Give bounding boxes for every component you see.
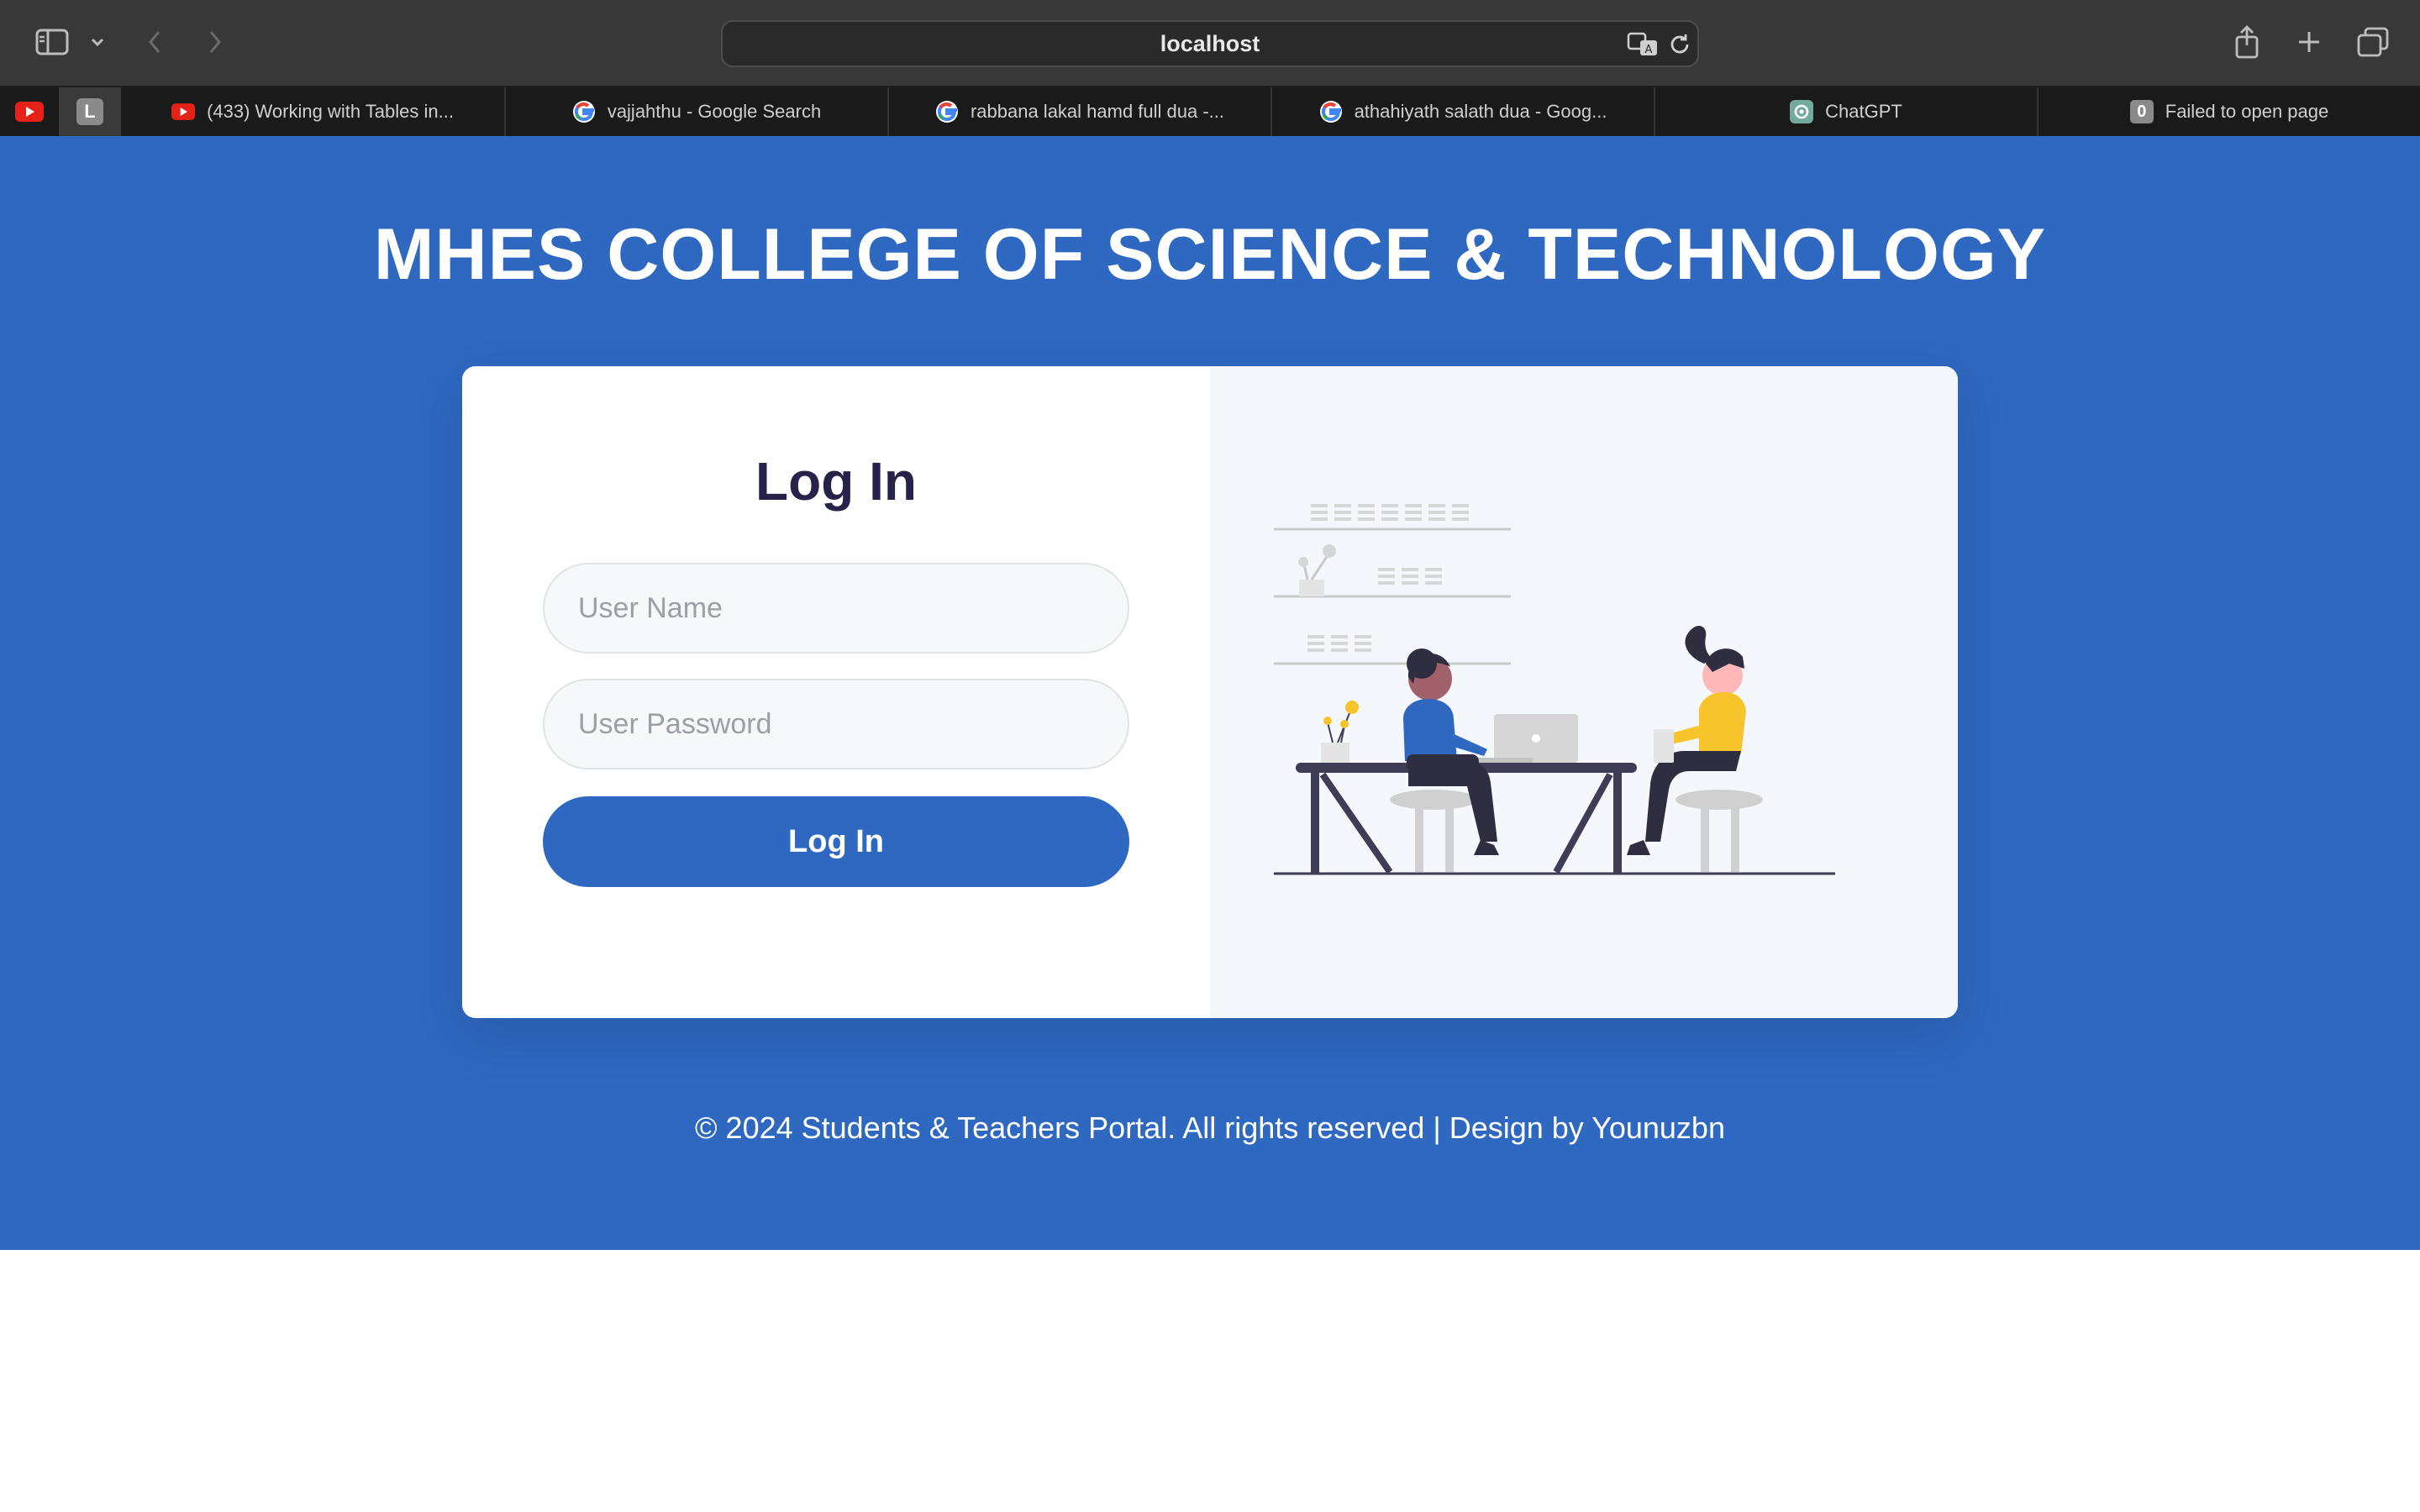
youtube-icon bbox=[171, 103, 196, 120]
chevron-down-icon[interactable] bbox=[86, 22, 109, 62]
letter-l-icon: L bbox=[76, 98, 103, 125]
address-bar[interactable]: localhost A bbox=[721, 20, 1699, 67]
desk-flower bbox=[1321, 701, 1359, 763]
login-form-panel: Log In Log In bbox=[462, 366, 1210, 1018]
reload-icon[interactable] bbox=[1667, 32, 1692, 61]
shelf-books bbox=[1307, 504, 1469, 652]
password-input[interactable] bbox=[543, 679, 1129, 769]
google-icon bbox=[572, 101, 595, 123]
tab-label: athahiyath salath dua - Goog... bbox=[1354, 101, 1607, 122]
login-card: Log In Log In bbox=[462, 366, 1958, 1018]
youtube-icon bbox=[15, 102, 44, 122]
new-tab-icon[interactable] bbox=[2292, 22, 2326, 62]
forward-arrow-icon[interactable] bbox=[198, 22, 232, 62]
sidebar-toggle-icon[interactable] bbox=[32, 22, 72, 62]
tab-failed-page[interactable]: 0 Failed to open page bbox=[2039, 87, 2420, 136]
tab-youtube-tables[interactable]: (433) Working with Tables in... bbox=[121, 87, 506, 136]
college-title: MHES COLLEGE OF SCIENCE & TECHNOLOGY bbox=[373, 214, 2047, 295]
username-input[interactable] bbox=[543, 563, 1129, 654]
browser-toolbar: localhost A bbox=[0, 0, 2420, 87]
google-icon bbox=[1319, 101, 1342, 123]
google-icon bbox=[935, 101, 958, 123]
tab-label: ChatGPT bbox=[1825, 101, 1902, 122]
tab-google-athahiyath[interactable]: athahiyath salath dua - Goog... bbox=[1272, 87, 1655, 136]
login-heading: Log In bbox=[755, 451, 917, 512]
translate-icon[interactable]: A bbox=[1627, 30, 1660, 61]
tab-label: vajjahthu - Google Search bbox=[607, 101, 822, 122]
person-right bbox=[1627, 625, 1746, 855]
chatgpt-icon bbox=[1790, 100, 1814, 123]
footer-copyright: © 2024 Students & Teachers Portal. All r… bbox=[695, 1110, 1725, 1145]
tab-google-rabbana[interactable]: rabbana lakal hamd full dua -... bbox=[889, 87, 1272, 136]
pinned-tab-l[interactable]: L bbox=[59, 87, 121, 136]
login-page: MHES COLLEGE OF SCIENCE & TECHNOLOGY Log… bbox=[0, 136, 2420, 1250]
zero-icon: 0 bbox=[2129, 100, 2154, 123]
login-button[interactable]: Log In bbox=[543, 796, 1129, 887]
tab-bar: L (433) Working with Tables in... vajjah… bbox=[0, 87, 2420, 136]
stool-right bbox=[1676, 790, 1763, 872]
people-working-illustration bbox=[1274, 504, 1835, 875]
tab-chatgpt[interactable]: ChatGPT bbox=[1655, 87, 2039, 136]
pinned-tab-youtube[interactable] bbox=[0, 87, 59, 136]
tab-label: Failed to open page bbox=[2165, 101, 2329, 122]
url-text: localhost bbox=[1160, 31, 1260, 56]
svg-text:A: A bbox=[1645, 44, 1653, 56]
tab-label: (433) Working with Tables in... bbox=[207, 101, 454, 122]
tab-google-vajjahthu[interactable]: vajjahthu - Google Search bbox=[506, 87, 889, 136]
illustration-panel bbox=[1210, 366, 1958, 1018]
back-arrow-icon[interactable] bbox=[138, 22, 171, 62]
shelf-plant bbox=[1298, 544, 1336, 596]
tab-label: rabbana lakal hamd full dua -... bbox=[970, 101, 1225, 122]
tab-overview-icon[interactable] bbox=[2354, 22, 2391, 62]
share-icon[interactable] bbox=[2230, 22, 2264, 62]
stool-left bbox=[1390, 790, 1477, 872]
